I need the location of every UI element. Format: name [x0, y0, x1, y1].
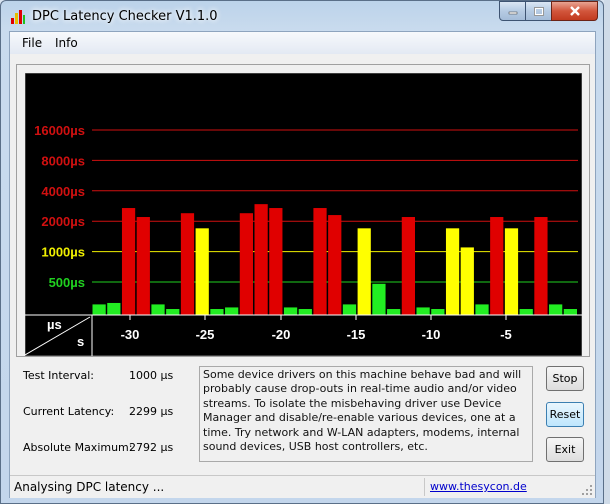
y-tick-label: 4000µs: [41, 184, 85, 199]
maximize-icon: [533, 6, 544, 16]
main-window: DPC Latency Checker V1.1.0 File Info 160…: [0, 0, 604, 504]
latency-bar: [357, 228, 371, 315]
reset-button[interactable]: Reset: [546, 402, 584, 427]
window-title: DPC Latency Checker V1.1.0: [32, 9, 218, 24]
status-text: Analysing DPC latency ...: [14, 480, 165, 494]
y-tick-label: 500µs: [49, 275, 85, 290]
latency-bar: [401, 217, 415, 315]
latency-bar: [298, 309, 312, 315]
x-tick-label: -5: [500, 327, 512, 342]
close-button[interactable]: [551, 1, 598, 21]
app-icon: [11, 10, 25, 24]
latency-bar: [136, 217, 150, 315]
minimize-button[interactable]: [499, 1, 526, 21]
latency-bar: [313, 208, 327, 315]
latency-bar: [151, 304, 165, 315]
latency-bar: [416, 307, 430, 315]
status-bar: Analysing DPC latency ... www.thesycon.d…: [10, 475, 595, 498]
latency-bar: [534, 217, 548, 315]
latency-bar: [121, 208, 136, 315]
test-interval-value: 1000 µs: [129, 369, 174, 382]
latency-bar: [180, 213, 195, 315]
current-latency-label: Current Latency:: [23, 405, 115, 418]
latency-bar: [460, 247, 474, 315]
x-tick-label: -10: [422, 327, 441, 342]
current-latency-value: 2299 µs: [129, 405, 174, 418]
latency-bar: [342, 304, 357, 315]
x-tick-label: -25: [196, 327, 215, 342]
exit-button[interactable]: Exit: [546, 437, 584, 462]
latency-bar: [254, 204, 268, 315]
latency-bar: [445, 228, 460, 315]
latency-bar: [92, 304, 106, 315]
absolute-maximum-value: 2792 µs: [129, 441, 174, 454]
website-link[interactable]: www.thesycon.de: [430, 480, 527, 493]
status-separator: [424, 478, 425, 496]
latency-bar: [195, 228, 209, 315]
latency-bar: [283, 307, 298, 315]
title-bar[interactable]: DPC Latency Checker V1.1.0: [1, 1, 603, 31]
y-tick-label: 8000µs: [41, 153, 85, 168]
latency-bar: [387, 309, 401, 315]
y-unit-label: µs: [47, 317, 62, 332]
latency-bar: [166, 309, 180, 315]
latency-bar: [431, 309, 445, 315]
y-tick-label: 16000µs: [34, 123, 85, 138]
client-area: File Info 16000µs 8000µs 4000µs 2000µs 1000µ…: [9, 31, 596, 498]
resize-grip-icon[interactable]: [581, 484, 593, 496]
minimize-icon: [508, 11, 517, 15]
latency-bar: [210, 309, 224, 315]
latency-bar: [549, 304, 563, 315]
latency-bar: [504, 228, 519, 315]
latency-chart: 16000µs 8000µs 4000µs 2000µs 1000µs 500µs µss -…: [25, 73, 582, 356]
close-icon: [569, 6, 580, 16]
latency-bar: [225, 307, 239, 315]
y-tick-label: 2000µs: [41, 214, 85, 229]
latency-bar: [269, 208, 283, 315]
x-tick-label: -30: [121, 327, 140, 342]
y-tick-label: 1000µs: [41, 245, 85, 260]
latency-chart-frame: 16000µs 8000µs 4000µs 2000µs 1000µs 500µs µs s -…: [16, 64, 590, 357]
stop-button[interactable]: Stop: [546, 366, 584, 391]
latency-bar: [519, 309, 533, 315]
latency-bar: [372, 283, 386, 315]
latency-bar: [475, 304, 489, 315]
x-tick-label: -15: [347, 327, 366, 342]
menu-file[interactable]: File: [22, 36, 42, 50]
absolute-maximum-label: Absolute Maximum:: [23, 441, 133, 454]
latency-bar: [328, 215, 342, 315]
menu-bar: File Info: [10, 32, 595, 54]
description-text: Some device drivers on this machine beha…: [199, 366, 533, 462]
latency-bar: [490, 217, 504, 315]
latency-bar: [239, 213, 253, 315]
test-interval-label: Test Interval:: [23, 369, 94, 382]
x-unit-label: s: [77, 334, 84, 349]
x-tick-label: -20: [272, 327, 291, 342]
latency-bar: [107, 302, 121, 315]
maximize-button[interactable]: [525, 1, 552, 21]
latency-bar: [563, 309, 577, 315]
background-window-edge: [604, 0, 610, 504]
menu-info[interactable]: Info: [55, 36, 78, 50]
